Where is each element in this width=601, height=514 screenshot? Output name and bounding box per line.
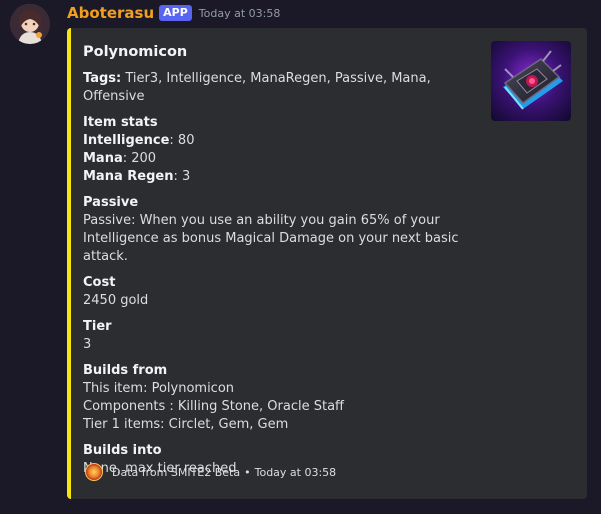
footer-timestamp: Today at 03:58 bbox=[254, 465, 337, 479]
stat-label: Intelligence bbox=[83, 133, 170, 148]
username[interactable]: Aboterasu bbox=[67, 4, 154, 22]
stat-value: 3 bbox=[181, 169, 191, 184]
message-header: Aboterasu APP Today at 03:58 bbox=[67, 3, 280, 23]
field-builds-from: Builds from This item: Polynomicon Compo… bbox=[83, 362, 483, 434]
footer-separator: • bbox=[244, 465, 251, 479]
builds-from-line: This item: Polynomicon bbox=[83, 381, 235, 396]
user-avatar[interactable] bbox=[10, 4, 50, 44]
field-name-builds-into: Builds into bbox=[83, 443, 162, 458]
field-name-cost: Cost bbox=[83, 275, 116, 290]
smite-logo-icon bbox=[85, 463, 103, 481]
field-cost: Cost 2450 gold bbox=[83, 274, 483, 310]
item-embed: Polynomicon Tags: Tier3, Intelligence, M… bbox=[67, 28, 587, 499]
message-timestamp[interactable]: Today at 03:58 bbox=[199, 7, 281, 20]
stat-label: Mana Regen bbox=[83, 169, 174, 184]
cost-value: 2450 gold bbox=[83, 293, 149, 308]
stat-line: Mana Regen: 3 bbox=[83, 169, 191, 184]
footer-text: Data from SMITE2 Beta bbox=[112, 465, 241, 479]
field-item-stats: Item stats Intelligence: 80 Mana: 200 Ma… bbox=[83, 114, 483, 186]
field-name-builds-from: Builds from bbox=[83, 363, 168, 378]
tags-colon: : bbox=[116, 71, 122, 86]
passive-description: Passive: When you use an ability you gai… bbox=[83, 213, 459, 264]
tags-label: Tags bbox=[83, 71, 117, 86]
tier-value: 3 bbox=[83, 337, 92, 352]
field-name-item-stats: Item stats bbox=[83, 115, 158, 130]
stat-label: Mana bbox=[83, 151, 123, 166]
stat-value: 80 bbox=[177, 133, 195, 148]
embed-title: Polynomicon bbox=[83, 44, 188, 60]
field-name-tier: Tier bbox=[83, 319, 112, 334]
builds-from-line: Components : Killing Stone, Oracle Staff bbox=[83, 399, 344, 414]
stat-value: 200 bbox=[131, 151, 157, 166]
tags-line: Tags: Tier3, Intelligence, ManaRegen, Pa… bbox=[83, 70, 483, 106]
stat-line: Mana: 200 bbox=[83, 151, 157, 166]
embed-footer: Data from SMITE2 Beta • Today at 03:58 bbox=[85, 463, 336, 481]
embed-content: Polynomicon Tags: Tier3, Intelligence, M… bbox=[83, 42, 483, 486]
polynomicon-book-icon[interactable] bbox=[491, 41, 571, 121]
tags-value: Tier3, Intelligence, ManaRegen, Passive,… bbox=[83, 71, 431, 104]
field-tier: Tier 3 bbox=[83, 318, 483, 354]
field-passive: Passive Passive: When you use an ability… bbox=[83, 194, 483, 266]
field-name-passive: Passive bbox=[83, 195, 139, 210]
stat-line: Intelligence: 80 bbox=[83, 133, 195, 148]
builds-from-line: Tier 1 items: Circlet, Gem, Gem bbox=[83, 417, 289, 432]
app-badge: APP bbox=[159, 5, 192, 21]
